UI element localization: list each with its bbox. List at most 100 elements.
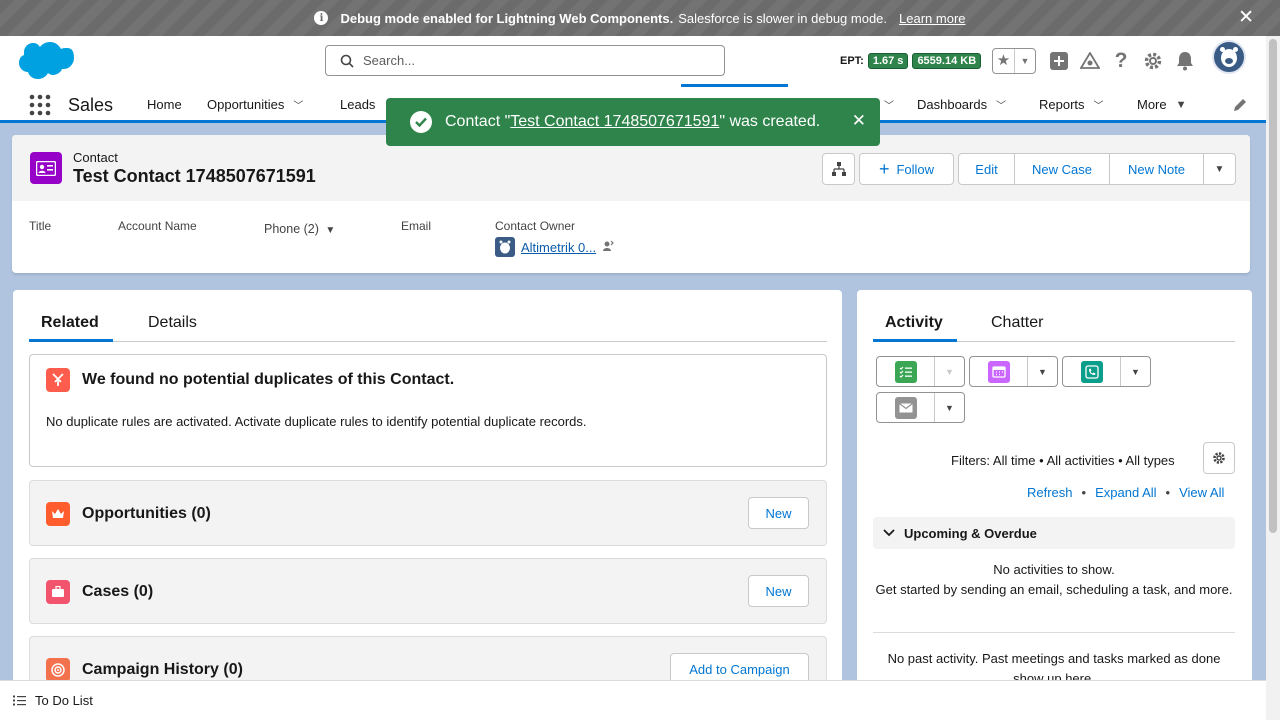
- caret-down-icon[interactable]: ▼: [1121, 357, 1150, 386]
- chevron-down-icon[interactable]: ﹀: [884, 97, 894, 112]
- add-to-campaign-label: Add to Campaign: [689, 661, 790, 677]
- favorites-button-group[interactable]: ★ ▼: [992, 48, 1036, 74]
- upcoming-overdue-section[interactable]: Upcoming & Overdue: [873, 517, 1235, 549]
- new-task-button[interactable]: ▼: [876, 356, 965, 387]
- toast-record-link[interactable]: Test Contact 1748507671591: [510, 113, 719, 131]
- ept-label: EPT:: [840, 55, 864, 67]
- star-icon[interactable]: ★: [993, 49, 1015, 73]
- todo-list-label: To Do List: [35, 693, 93, 708]
- salesforce-logo[interactable]: [16, 41, 74, 84]
- debug-banner: i Debug mode enabled for Lightning Web C…: [0, 0, 1280, 36]
- caret-down-icon[interactable]: ▼: [935, 393, 964, 422]
- log-call-button[interactable]: ▼: [1062, 356, 1151, 387]
- view-all-link[interactable]: View All: [1179, 485, 1224, 500]
- scrollbar-thumb[interactable]: [1269, 39, 1277, 533]
- activity-tabset: Activity Chatter: [873, 290, 1235, 342]
- edit-label: Edit: [975, 161, 998, 177]
- user-avatar[interactable]: [1212, 40, 1246, 74]
- search-placeholder: Search...: [363, 53, 416, 68]
- nav-item-label: Reports: [1039, 97, 1085, 112]
- learn-more-link[interactable]: Learn more: [899, 11, 965, 26]
- todo-list-utility[interactable]: To Do List: [0, 680, 1266, 720]
- gear-icon[interactable]: [1142, 50, 1164, 72]
- opportunity-icon: [46, 502, 70, 526]
- refresh-link[interactable]: Refresh: [1027, 485, 1073, 500]
- debug-banner-bold: Debug mode enabled for Lightning Web Com…: [340, 10, 674, 26]
- info-icon: i: [314, 11, 329, 25]
- new-note-button[interactable]: New Note: [1110, 153, 1204, 185]
- change-owner-icon[interactable]: [602, 240, 614, 255]
- cases-title: Cases (0): [82, 583, 154, 600]
- field-owner-label: Contact Owner: [495, 219, 576, 233]
- chevron-down-icon[interactable]: ﹀: [293, 97, 303, 112]
- nav-item-leads[interactable]: Leads: [340, 97, 375, 112]
- email-icon[interactable]: [877, 393, 935, 422]
- toast-prefix: Contact ": [445, 113, 511, 130]
- contact-owner: Altimetrik 0...: [495, 237, 614, 257]
- tab-details[interactable]: Details: [148, 314, 197, 332]
- new-label: New: [765, 583, 792, 599]
- edit-nav-icon[interactable]: [1232, 97, 1248, 116]
- nav-item-label: Home: [147, 97, 182, 112]
- owner-avatar: [495, 237, 515, 257]
- success-check-icon: [410, 111, 432, 133]
- field-account-name-label: Account Name: [118, 219, 197, 233]
- filter-settings-button[interactable]: [1203, 442, 1235, 474]
- nav-item-opportunities[interactable]: Opportunities ﹀: [207, 97, 303, 112]
- owner-link[interactable]: Altimetrik 0...: [521, 240, 596, 255]
- bell-icon[interactable]: [1174, 50, 1196, 72]
- help-icon[interactable]: ?: [1110, 49, 1132, 72]
- debug-banner-text: Salesforce is slower in debug mode.: [678, 10, 888, 26]
- page-scrollbar[interactable]: [1266, 36, 1280, 720]
- calendar-icon[interactable]: [970, 357, 1028, 386]
- hierarchy-icon: [831, 162, 846, 176]
- tab-activity[interactable]: Activity: [885, 314, 943, 332]
- nav-item-more[interactable]: More ▼: [1137, 97, 1187, 112]
- close-icon[interactable]: ✕: [852, 111, 866, 131]
- active-tab-indicator: [681, 84, 788, 87]
- upcoming-overdue-label: Upcoming & Overdue: [904, 525, 1037, 541]
- caret-down-icon[interactable]: ▼: [1028, 357, 1057, 386]
- case-icon: [46, 580, 70, 604]
- global-actions-icon[interactable]: [1048, 50, 1070, 72]
- field-phone-label[interactable]: Phone (2) ▼: [264, 222, 335, 236]
- tab-related[interactable]: Related: [41, 314, 99, 332]
- more-actions-button[interactable]: ▼: [1204, 153, 1236, 185]
- phone-icon[interactable]: [1063, 357, 1121, 386]
- follow-label: Follow: [896, 161, 935, 177]
- expand-all-link[interactable]: Expand All: [1095, 485, 1156, 500]
- send-email-button[interactable]: ▼: [876, 392, 965, 423]
- success-toast: Contact " Test Contact 1748507671591 " was…: [386, 98, 880, 146]
- tab-chatter[interactable]: Chatter: [991, 314, 1043, 332]
- nav-item-home[interactable]: Home: [147, 97, 182, 112]
- nav-item-reports[interactable]: Reports ﹀: [1039, 97, 1104, 112]
- app-launcher-icon[interactable]: [29, 94, 51, 119]
- chevron-down-icon[interactable]: ﹀: [1094, 97, 1104, 112]
- field-title-label: Title: [29, 219, 52, 233]
- nav-item-dashboards[interactable]: Dashboards ﹀: [917, 97, 1006, 112]
- close-icon[interactable]: ✕: [1238, 8, 1254, 27]
- new-event-button[interactable]: ▼: [969, 356, 1058, 387]
- new-case-button[interactable]: New Case: [1015, 153, 1110, 185]
- nav-item-label: Leads: [340, 97, 376, 112]
- activity-panel: Activity Chatter ▼ ▼ ▼ ▼ Filters: All ti…: [857, 290, 1252, 690]
- caret-down-icon: ▼: [1214, 163, 1225, 175]
- duplicates-title: We found no potential duplicates of this…: [82, 371, 455, 388]
- separator: •: [1165, 485, 1171, 500]
- divider: [873, 632, 1235, 633]
- new-note-label: New Note: [1127, 161, 1186, 177]
- chevron-down-icon[interactable]: ﹀: [996, 97, 1006, 112]
- no-activities-message: No activities to show. Get started by se…: [873, 560, 1235, 599]
- new-case-card-button[interactable]: New: [748, 575, 809, 607]
- global-search-input[interactable]: Search...: [325, 45, 725, 76]
- phone-label-text: Phone (2): [264, 222, 319, 236]
- duplicates-card: We found no potential duplicates of this…: [29, 354, 827, 467]
- caret-down-icon[interactable]: ▼: [1176, 99, 1187, 111]
- follow-button[interactable]: + Follow: [859, 153, 954, 185]
- hierarchy-button[interactable]: [822, 153, 855, 185]
- new-opportunity-button[interactable]: New: [748, 497, 809, 529]
- trailhead-icon[interactable]: [1079, 50, 1101, 72]
- edit-button[interactable]: Edit: [958, 153, 1015, 185]
- task-icon[interactable]: [877, 357, 935, 386]
- chevron-down-icon[interactable]: ▼: [1015, 56, 1035, 66]
